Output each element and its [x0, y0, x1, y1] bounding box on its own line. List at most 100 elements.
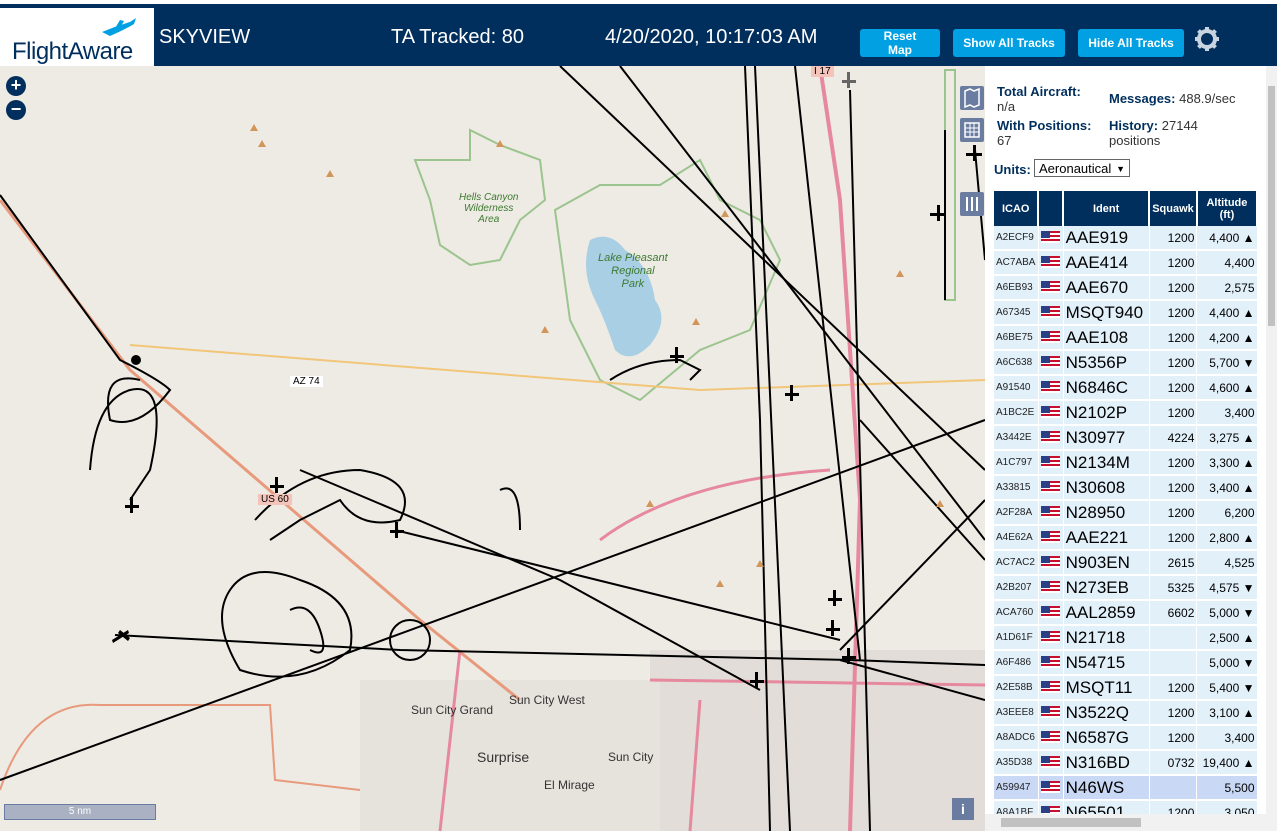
ident-cell: N28950 — [1063, 500, 1150, 526]
altitude-cell: 4,200 ▲ — [1196, 325, 1258, 351]
us-flag-icon — [1040, 306, 1060, 319]
squawk-cell: 1200 — [1149, 275, 1198, 301]
icao-cell: A3EEE8 — [994, 700, 1039, 726]
icao-cell: A2F28A — [994, 500, 1039, 526]
column-header-squawk[interactable]: Squawk — [1149, 191, 1198, 226]
table-row[interactable]: A2E58B MSQT11 1200 5,400 ▼ — [994, 675, 1258, 701]
us-flag-icon — [1040, 356, 1060, 369]
squawk-cell: 1200 — [1149, 375, 1198, 401]
flag-cell — [1038, 725, 1064, 751]
table-row[interactable]: A67345 MSQT940 1200 4,400 ▲ — [994, 300, 1258, 326]
flag-cell — [1038, 575, 1064, 601]
info-button[interactable]: i — [952, 798, 974, 820]
flag-cell — [1038, 525, 1064, 551]
zoom-in-button[interactable]: + — [6, 76, 26, 96]
panel-horizontal-scrollbar[interactable] — [985, 814, 1277, 831]
squawk-cell: 4224 — [1149, 425, 1198, 451]
altitude-cell: 5,000 ▼ — [1196, 600, 1258, 626]
map-layers-icon[interactable] — [960, 86, 984, 110]
table-row[interactable]: A8ADC6 N6587G 1200 3,400 — [994, 725, 1258, 751]
table-row[interactable]: A6BE75 AAE108 1200 4,200 ▲ — [994, 325, 1258, 351]
flag-cell — [1038, 675, 1064, 701]
icao-cell: A4E62A — [994, 525, 1039, 551]
table-row[interactable]: A2F28A N28950 1200 6,200 — [994, 500, 1258, 526]
flag-cell — [1038, 250, 1064, 276]
squawk-cell: 1200 — [1149, 700, 1198, 726]
icao-cell: A6C638 — [994, 350, 1039, 376]
squawk-cell: 1200 — [1149, 300, 1198, 326]
zoom-out-button[interactable]: − — [6, 100, 26, 120]
aircraft-panel: Total Aircraft: n/a With Positions: 67 Mes… — [985, 66, 1277, 831]
squawk-cell — [1149, 775, 1198, 801]
altitude-cell: 4,400 — [1196, 250, 1258, 276]
hells-canyon-label: Hells Canyon Wilderness Area — [459, 192, 519, 225]
squawk-cell: 1200 — [1149, 250, 1198, 276]
flag-cell — [1038, 550, 1064, 576]
table-row[interactable]: A33815 N30608 1200 3,400 ▲ — [994, 475, 1258, 501]
icao-cell: A35D38 — [994, 750, 1039, 776]
altitude-cell: 3,100 ▲ — [1196, 700, 1258, 726]
ident-cell: AAE670 — [1063, 275, 1150, 301]
icao-cell: A2E58B — [994, 675, 1039, 701]
us-flag-icon — [1040, 656, 1060, 669]
table-row[interactable]: A2B207 N273EB 5325 4,575 ▼ — [994, 575, 1258, 601]
us-flag-icon — [1040, 706, 1060, 719]
squawk-cell: 5325 — [1149, 575, 1198, 601]
table-row[interactable]: A3EEE8 N3522Q 1200 3,100 ▲ — [994, 700, 1258, 726]
table-row[interactable]: A2ECF9 AAE919 1200 4,400 ▲ — [994, 226, 1258, 251]
column-header-altitude[interactable]: Altitude (ft) — [1196, 191, 1259, 226]
panel-vertical-scrollbar[interactable] — [1266, 66, 1277, 816]
ident-cell: N316BD — [1063, 750, 1150, 776]
column-header-ident[interactable]: Ident — [1063, 191, 1151, 226]
icao-cell: A33815 — [994, 475, 1039, 501]
squawk-cell: 1200 — [1149, 500, 1198, 526]
show-all-tracks-button[interactable]: Show All Tracks — [953, 29, 1065, 57]
units-select[interactable]: Aeronautical — [1034, 159, 1130, 178]
icao-cell: A2B207 — [994, 575, 1039, 601]
logo-text: FlightAware — [12, 38, 133, 65]
table-row[interactable]: A3442E N30977 4224 3,275 ▲ — [994, 425, 1258, 451]
altitude-cell: 6,200 — [1196, 500, 1258, 526]
altitude-cell: 3,400 — [1196, 725, 1258, 751]
ident-cell: MSQT940 — [1063, 300, 1150, 326]
lake-pleasant-label: Lake Pleasant Regional Park — [598, 252, 668, 290]
flag-cell — [1038, 625, 1064, 651]
reset-map-button[interactable]: Reset Map — [860, 29, 940, 57]
total-aircraft-stat: Total Aircraft: n/a — [997, 84, 1081, 114]
ident-cell: N54715 — [1063, 650, 1150, 676]
altitude-cell: 3,400 ▲ — [1196, 475, 1258, 501]
flag-cell — [1038, 275, 1064, 301]
table-row[interactable]: A6C638 N5356P 1200 5,700 ▼ — [994, 350, 1258, 376]
table-row[interactable]: ACA760 AAL2859 6602 5,000 ▼ — [994, 600, 1258, 626]
table-row[interactable]: AC7ABA AAE414 1200 4,400 — [994, 250, 1258, 276]
squawk-cell: 1200 — [1149, 325, 1198, 351]
table-row[interactable]: A1BC2E N2102P 1200 3,400 — [994, 400, 1258, 426]
ident-cell: AAE414 — [1063, 250, 1150, 276]
gear-icon[interactable] — [1194, 26, 1220, 52]
table-row[interactable]: A6EB93 AAE670 1200 2,575 — [994, 275, 1258, 301]
columns-icon[interactable] — [960, 192, 984, 216]
table-row[interactable]: A1C797 N2134M 1200 3,300 ▲ — [994, 450, 1258, 476]
table-row[interactable]: A6F486 N54715 5,000 ▼ — [994, 650, 1258, 676]
squawk-cell: 1200 — [1149, 725, 1198, 751]
table-row[interactable]: A59947 N46WS 5,500 — [994, 775, 1258, 801]
icao-cell: A3442E — [994, 425, 1039, 451]
hide-all-tracks-button[interactable]: Hide All Tracks — [1078, 29, 1184, 57]
ident-cell: N2134M — [1063, 450, 1150, 476]
table-row[interactable]: AC7AC2 N903EN 2615 4,525 — [994, 550, 1258, 576]
us-flag-icon — [1040, 381, 1060, 394]
us-flag-icon — [1040, 581, 1060, 594]
ident-cell: N21718 — [1063, 625, 1150, 651]
grid-icon[interactable] — [960, 118, 984, 142]
column-header-icao[interactable]: ICAO — [994, 191, 1040, 226]
table-row[interactable]: A4E62A AAE221 1200 2,800 ▲ — [994, 525, 1258, 551]
table-row[interactable]: A35D38 N316BD 0732 19,400 ▲ — [994, 750, 1258, 776]
table-row[interactable]: A91540 N6846C 1200 4,600 ▲ — [994, 375, 1258, 401]
table-row[interactable]: A1D61F N21718 2,500 ▲ — [994, 625, 1258, 651]
icao-cell: A6EB93 — [994, 275, 1039, 301]
column-header-flag[interactable] — [1038, 191, 1065, 226]
flag-cell — [1038, 300, 1064, 326]
flightaware-logo[interactable]: FlightAware — [0, 8, 154, 70]
map-canvas[interactable]: Hells Canyon Wilderness Area Lake Pleasant… — [0, 66, 985, 831]
us-flag-icon — [1040, 331, 1060, 344]
